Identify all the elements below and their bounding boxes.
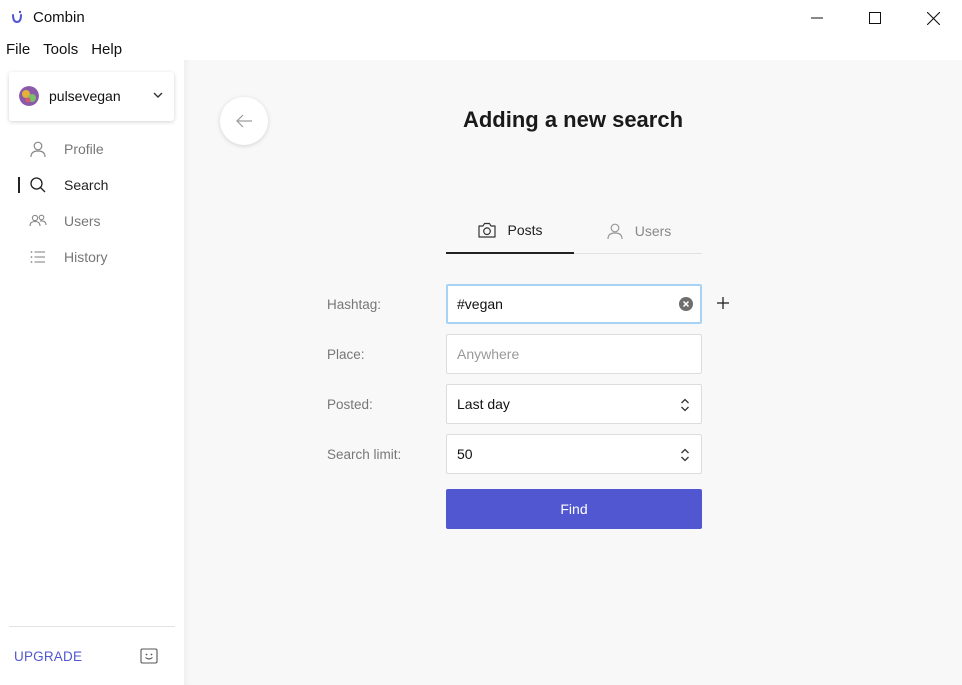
tab-posts[interactable]: Posts [446,208,574,254]
account-switcher[interactable]: pulsevegan [9,72,174,121]
person-icon [607,223,623,240]
active-indicator [18,177,20,193]
maximize-button[interactable] [846,0,904,36]
clear-icon[interactable] [679,297,693,311]
minimize-button[interactable] [788,0,846,36]
tab-users[interactable]: Users [574,208,702,254]
combin-logo-icon [12,10,22,24]
sidebar-item-search[interactable]: Search [18,170,178,200]
search-icon [30,177,46,193]
arrow-left-icon [236,114,252,128]
sidebar-item-label: Profile [64,141,104,157]
posted-select[interactable]: Last day [446,384,702,424]
hashtag-label: Hashtag: [327,297,382,312]
sidebar-item-history[interactable]: History [18,242,178,272]
sidebar-item-users[interactable]: Users [18,206,178,236]
search-type-tabs: Posts Users [446,208,702,254]
back-button[interactable] [220,97,268,145]
search-limit-label: Search limit: [327,447,402,462]
place-placeholder: Anywhere [457,346,520,362]
menu-bar: File Tools Help [0,36,962,62]
sidebar-item-label: Users [64,213,101,229]
sidebar-item-profile[interactable]: Profile [18,134,178,164]
list-icon [30,251,45,263]
posted-value: Last day [457,396,510,412]
updown-chevron-icon [681,398,689,412]
page-title: Adding a new search [462,107,684,132]
avatar [19,86,39,106]
tab-label: Users [634,223,672,239]
plus-icon[interactable] [716,296,730,310]
search-limit-select[interactable]: 50 [446,434,702,474]
main-panel: Adding a new search Posts Users Hashtag:… [184,60,962,685]
menu-help[interactable]: Help [91,41,122,58]
smile-icon[interactable] [140,648,158,664]
camera-icon [478,222,497,238]
close-button[interactable] [904,0,962,36]
menu-file[interactable]: File [6,41,30,58]
menu-tools[interactable]: Tools [43,41,78,58]
account-username: pulsevegan [49,88,121,104]
minimize-icon [811,17,823,19]
sidebar-item-label: History [64,249,108,265]
window-title: Combin [33,9,85,26]
place-label: Place: [327,347,365,362]
search-limit-value: 50 [457,446,473,462]
find-button-label: Find [560,501,588,517]
sidebar: pulsevegan Profile Search Users History … [0,62,184,685]
sidebar-item-label: Search [64,177,109,193]
posted-label: Posted: [327,397,373,412]
sidebar-divider [9,626,175,627]
find-button[interactable]: Find [446,489,702,529]
chevron-down-icon [153,92,163,98]
place-input[interactable]: Anywhere [446,334,702,374]
close-icon [926,11,940,25]
person-icon [30,141,46,158]
hashtag-input[interactable]: #vegan [446,284,702,324]
hashtag-value: #vegan [457,296,503,312]
title-bar: Combin [0,0,962,36]
maximize-icon [869,12,881,24]
tab-label: Posts [507,222,543,238]
users-icon [29,214,47,227]
upgrade-link[interactable]: UPGRADE [14,649,82,664]
updown-chevron-icon [681,448,689,462]
